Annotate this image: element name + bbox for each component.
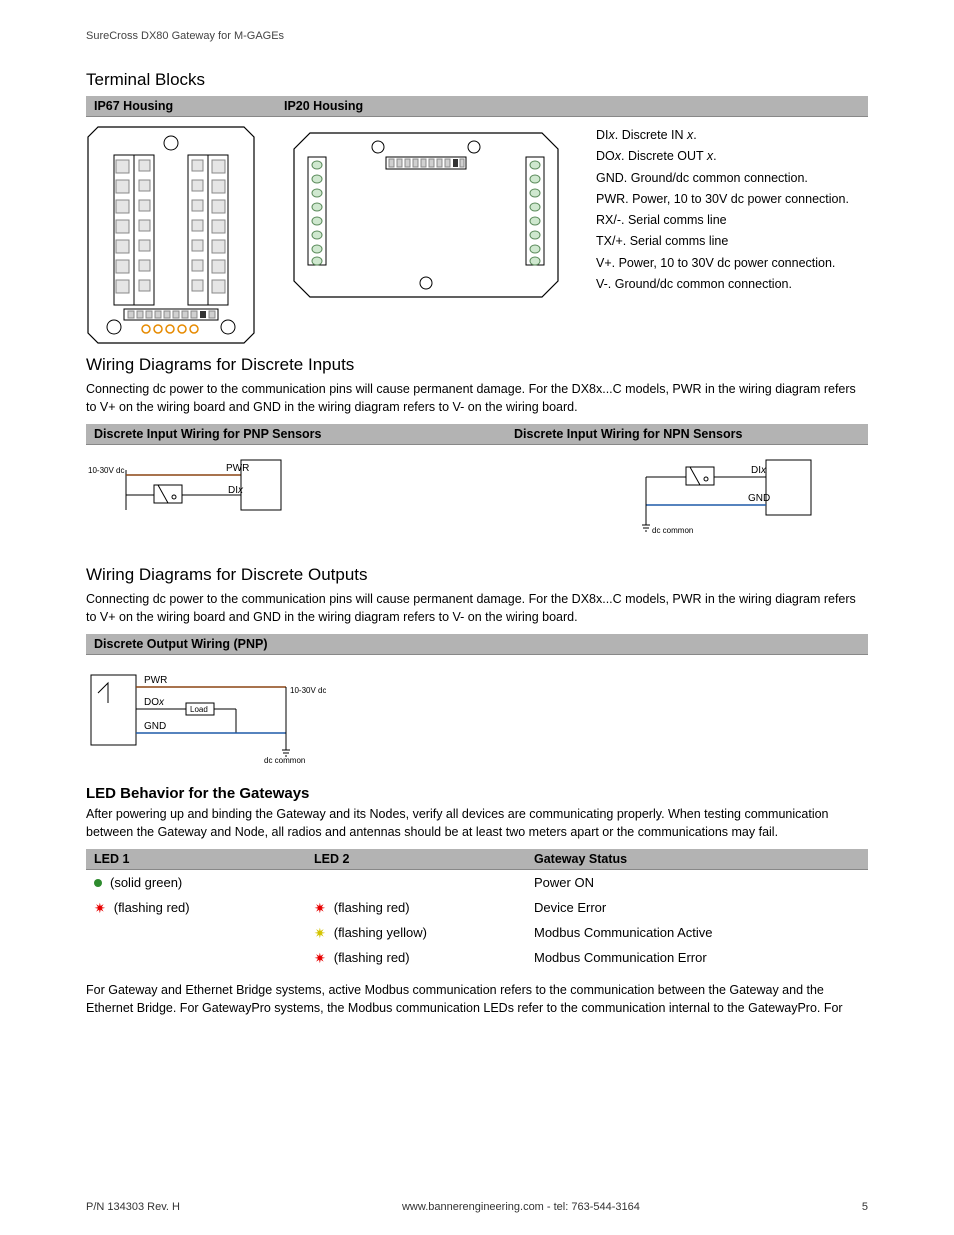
svg-text:10-30V dc: 10-30V dc xyxy=(290,686,326,695)
led2-header: LED 2 xyxy=(314,852,534,866)
outputs-heading: Wiring Diagrams for Discrete Outputs xyxy=(86,565,868,585)
ip67-heading: IP67 Housing xyxy=(94,99,284,113)
led-table-body: (solid green) Power ON ✷ (flashing red) ✷… xyxy=(86,870,868,970)
terminal-definitions: DIx. Discrete IN x. DOx. Discrete OUT x.… xyxy=(596,125,849,345)
pnp-input-diagram: 10-30V dc PWR DIx xyxy=(86,455,296,545)
inputs-body: Connecting dc power to the communication… xyxy=(86,381,868,416)
pnp-output-heading: Discrete Output Wiring (PNP) xyxy=(94,637,268,651)
def-vminus: V-. Ground/dc common connection. xyxy=(596,274,849,295)
led-row: ✷ (flashing red) Modbus Communication Err… xyxy=(86,945,868,970)
led1-label: (solid green) xyxy=(110,875,182,890)
terminal-header-bar: IP67 Housing IP20 Housing xyxy=(86,96,868,117)
terminal-blocks-heading: Terminal Blocks xyxy=(86,70,868,90)
status-header: Gateway Status xyxy=(534,852,860,866)
def-di: DIx. Discrete IN x. xyxy=(596,125,849,146)
footer-pn: P/N 134303 Rev. H xyxy=(86,1201,180,1213)
def-tx: TX/+. Serial comms line xyxy=(596,231,849,252)
outputs-body: Connecting dc power to the communication… xyxy=(86,591,868,626)
led-table-header: LED 1 LED 2 Gateway Status xyxy=(86,849,868,870)
led2-label: (flashing red) xyxy=(334,950,410,965)
def-do: DOx. Discrete OUT x. xyxy=(596,146,849,167)
svg-text:10-30V dc: 10-30V dc xyxy=(88,466,124,475)
led-row: ✷ (flashing yellow) Modbus Communication … xyxy=(86,920,868,945)
led2-label: (flashing red) xyxy=(334,900,410,915)
def-vplus: V+. Power, 10 to 30V dc power connection… xyxy=(596,253,849,274)
led1-header: LED 1 xyxy=(94,852,314,866)
def-rx: RX/-. Serial comms line xyxy=(596,210,849,231)
page-footer: P/N 134303 Rev. H www.bannerengineering.… xyxy=(86,1201,868,1213)
npn-input-heading: Discrete Input Wiring for NPN Sensors xyxy=(514,427,742,441)
svg-text:Load: Load xyxy=(190,705,208,714)
running-header: SureCross DX80 Gateway for M-GAGEs xyxy=(86,30,868,42)
status-text: Modbus Communication Active xyxy=(534,925,860,940)
inputs-header-bar: Discrete Input Wiring for PNP Sensors Di… xyxy=(86,424,868,445)
flash-red-icon: ✷ xyxy=(314,951,326,965)
footer-page: 5 xyxy=(862,1201,868,1213)
footer-url: www.bannerengineering.com - tel: 763-544… xyxy=(402,1201,640,1213)
status-text: Modbus Communication Error xyxy=(534,950,860,965)
def-pwr: PWR. Power, 10 to 30V dc power connectio… xyxy=(596,189,849,210)
led-body: After powering up and binding the Gatewa… xyxy=(86,806,868,841)
flash-yellow-icon: ✷ xyxy=(314,926,326,940)
svg-text:dc common: dc common xyxy=(264,756,305,765)
svg-text:GND: GND xyxy=(144,721,166,732)
ip20-heading: IP20 Housing xyxy=(284,99,860,113)
ip67-diagram xyxy=(86,125,256,345)
status-text: Device Error xyxy=(534,900,860,915)
pnp-input-heading: Discrete Input Wiring for PNP Sensors xyxy=(94,427,514,441)
inputs-heading: Wiring Diagrams for Discrete Inputs xyxy=(86,355,868,375)
svg-text:DOx: DOx xyxy=(144,697,165,708)
svg-text:PWR: PWR xyxy=(226,463,249,474)
def-gnd: GND. Ground/dc common connection. xyxy=(596,168,849,189)
svg-text:PWR: PWR xyxy=(144,675,167,686)
svg-text:DIx: DIx xyxy=(228,485,244,496)
led-after-text: For Gateway and Ethernet Bridge systems,… xyxy=(86,982,868,1017)
status-text: Power ON xyxy=(534,875,860,890)
green-dot-icon xyxy=(94,879,102,887)
flash-red-icon: ✷ xyxy=(94,901,106,915)
pnp-output-diagram: PWR DOx Load GND 10-30V dc dc common xyxy=(86,665,326,765)
outputs-header-bar: Discrete Output Wiring (PNP) xyxy=(86,634,868,655)
led-heading: LED Behavior for the Gateways xyxy=(86,785,868,802)
led-row: (solid green) Power ON xyxy=(86,870,868,895)
npn-input-diagram: DIx GND dc common xyxy=(626,455,846,545)
svg-text:DIx: DIx xyxy=(751,465,767,476)
flash-red-icon: ✷ xyxy=(314,901,326,915)
ip20-diagram xyxy=(286,125,566,345)
led2-label: (flashing yellow) xyxy=(334,925,427,940)
led1-label: (flashing red) xyxy=(114,900,190,915)
svg-text:GND: GND xyxy=(748,493,770,504)
led-row: ✷ (flashing red) ✷ (flashing red) Device E… xyxy=(86,895,868,920)
svg-text:dc common: dc common xyxy=(652,526,693,535)
